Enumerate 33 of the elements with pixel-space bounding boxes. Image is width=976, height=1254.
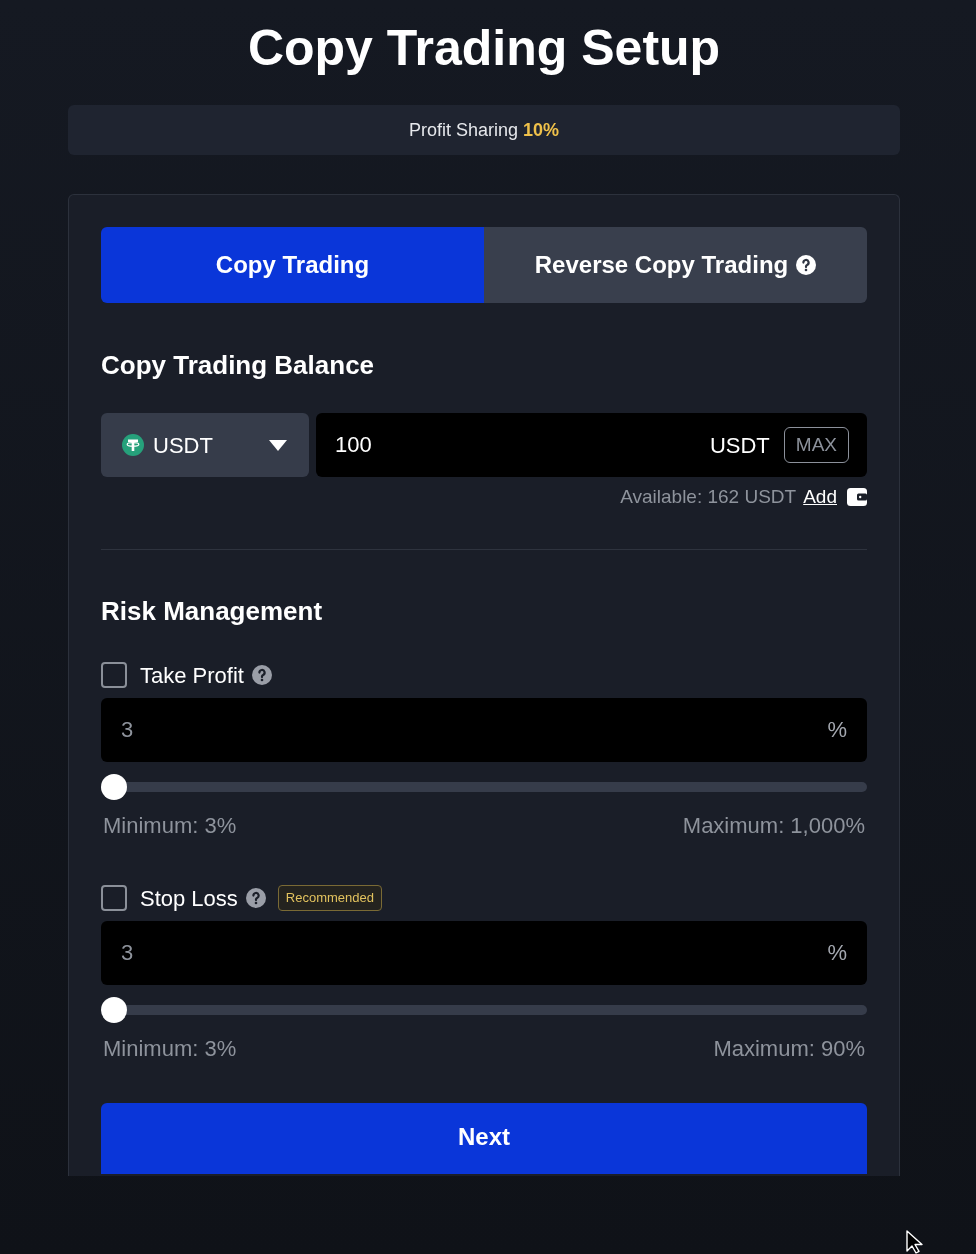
checkbox[interactable] (101, 885, 127, 911)
help-icon[interactable] (251, 665, 272, 685)
checkbox[interactable] (101, 662, 127, 688)
slider-thumb[interactable] (101, 997, 127, 1023)
section-heading: Copy Trading Balance (101, 349, 376, 382)
maximum-label: Maximum: 1,000% (682, 811, 865, 840)
tab[interactable]: Copy Trading (101, 227, 484, 303)
recommended-badge: Recommended (277, 885, 382, 911)
caret-icon (269, 439, 287, 451)
next-button[interactable]: Next (101, 1103, 867, 1174)
section-heading: Risk Management (101, 595, 324, 628)
help-icon[interactable] (245, 888, 266, 908)
unit-label: USDT (709, 431, 770, 460)
max-button[interactable]: MAX (783, 427, 849, 463)
wallet-icon[interactable] (847, 488, 867, 506)
slider[interactable] (101, 997, 867, 1023)
tab[interactable]: Reverse Copy Trading (484, 227, 867, 303)
add-link[interactable]: Add (803, 482, 837, 512)
profit-sharing-text: Profit Sharing 10% (408, 118, 560, 142)
checkbox-label: Take Profit (140, 661, 244, 690)
unit-label: % (827, 716, 847, 744)
slider-thumb[interactable] (101, 774, 127, 800)
slider[interactable] (101, 774, 867, 800)
maximum-label: Maximum: 90% (713, 1034, 865, 1063)
checkbox-label: Stop Loss (140, 884, 238, 913)
available-balance-text: Available: 162 USDT (620, 484, 797, 509)
currency-select[interactable]: USDT (101, 413, 309, 477)
unit-label: % (827, 939, 847, 967)
page-title: Copy Trading Setup (246, 19, 722, 78)
tether-icon (122, 434, 144, 456)
minimum-label: Minimum: 3% (103, 811, 237, 840)
help-icon[interactable] (796, 255, 817, 275)
minimum-label: Minimum: 3% (103, 1034, 237, 1063)
